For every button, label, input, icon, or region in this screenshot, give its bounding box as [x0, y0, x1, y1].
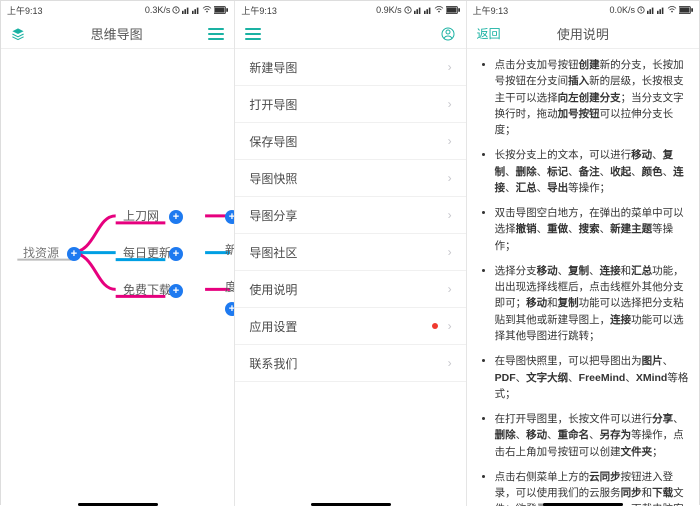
- instruction-item: 点击分支加号按钮创建新的分支，长按加号按钮在分支间插入新的层级，长按根支主干可以…: [495, 57, 689, 138]
- menu-item-label: 联系我们: [249, 355, 297, 372]
- menu-item-label: 导图分享: [249, 207, 297, 224]
- battery-icon: [679, 6, 693, 14]
- status-net: 0.9K/s: [376, 5, 402, 15]
- add-branch-button[interactable]: [169, 284, 183, 298]
- status-time: 上午9:13: [7, 4, 43, 17]
- status-right: 0.0K/s: [609, 5, 693, 15]
- status-time: 上午9:13: [241, 4, 277, 17]
- mindmap-root[interactable]: 找资源: [19, 241, 63, 264]
- menu-item-label: 使用说明: [249, 281, 297, 298]
- chevron-right-icon: ›: [448, 245, 452, 259]
- status-bar: 上午9:13 0.9K/s: [235, 1, 465, 19]
- chevron-right-icon: ›: [448, 282, 452, 296]
- signal-icon-2: [424, 6, 432, 14]
- signal-icon-2: [657, 6, 665, 14]
- status-bar: 上午9:13 0.0K/s: [467, 1, 699, 19]
- mindmap-canvas[interactable]: 找资源 上刀网 每日更新 免费下载 新 度: [1, 49, 234, 506]
- menu-item[interactable]: 应用设置 ›: [235, 308, 465, 345]
- add-branch-button[interactable]: [225, 302, 234, 316]
- signal-icon-2: [192, 6, 200, 14]
- battery-icon: [214, 6, 228, 14]
- hamburger-icon[interactable]: [245, 28, 261, 40]
- status-bar: 上午9:13 0.3K/s: [1, 1, 234, 19]
- mindmap-node[interactable]: 每日更新: [119, 241, 175, 264]
- chevron-right-icon: ›: [448, 319, 452, 333]
- menu-item[interactable]: 导图社区 ›: [235, 234, 465, 271]
- header: 返回 使用说明: [467, 19, 699, 49]
- mindmap-node[interactable]: 上刀网: [119, 204, 163, 227]
- add-branch-button[interactable]: [169, 247, 183, 261]
- signal-icon: [414, 6, 422, 14]
- add-branch-button[interactable]: [225, 210, 234, 224]
- page-title: 思维导图: [25, 24, 208, 43]
- signal-icon: [182, 6, 190, 14]
- battery-icon: [446, 6, 460, 14]
- mindmap-node[interactable]: 免费下载: [119, 278, 175, 301]
- wifi-icon: [202, 6, 212, 14]
- cloud-sync-icon[interactable]: [440, 26, 456, 42]
- alarm-icon: [637, 6, 645, 14]
- status-right: 0.9K/s: [376, 5, 460, 15]
- panel-instructions: 上午9:13 0.0K/s 返回 使用说明 点击分支加号按钮创建新的分支，长按加…: [466, 1, 699, 506]
- menu-item[interactable]: 打开导图 ›: [235, 86, 465, 123]
- page-title: 使用说明: [501, 24, 665, 43]
- chevron-right-icon: ›: [448, 171, 452, 185]
- instruction-item: 在打开导图里，长按文件可以进行分享、删除、移动、重命名、另存为等操作，点击右上角…: [495, 411, 689, 460]
- status-right: 0.3K/s: [145, 5, 229, 15]
- chevron-right-icon: ›: [448, 208, 452, 222]
- menu-item-label: 打开导图: [249, 96, 297, 113]
- instruction-item: 双击导图空白地方，在弹出的菜单中可以选择撤销、重做、搜索、新建主题等操作；: [495, 205, 689, 254]
- notification-dot: [432, 323, 438, 329]
- menu-list: 新建导图 › 打开导图 › 保存导图 › 导图快照 › 导图分享 › 导图社区 › 使用说明 › 应用设置 ›…: [235, 49, 465, 382]
- mindmap-edges: [1, 49, 234, 506]
- alarm-icon: [172, 6, 180, 14]
- menu-item-label: 保存导图: [249, 133, 297, 150]
- menu-item[interactable]: 导图快照 ›: [235, 160, 465, 197]
- alarm-icon: [404, 6, 412, 14]
- menu-item[interactable]: 导图分享 ›: [235, 197, 465, 234]
- panel-mindmap: 上午9:13 0.3K/s 思维导图: [1, 1, 234, 506]
- chevron-right-icon: ›: [448, 134, 452, 148]
- menu-item[interactable]: 使用说明 ›: [235, 271, 465, 308]
- back-button[interactable]: 返回: [477, 25, 501, 42]
- menu-item-label: 应用设置: [249, 318, 297, 335]
- instruction-item: 点击右侧菜单上方的云同步按钮进入登录，可以使用我们的云服务同步和下载文件；欲登录…: [495, 469, 689, 506]
- hamburger-icon[interactable]: [208, 28, 224, 40]
- menu-item-label: 导图社区: [249, 244, 297, 261]
- status-net: 0.0K/s: [609, 5, 635, 15]
- chevron-right-icon: ›: [448, 97, 452, 111]
- add-branch-button[interactable]: [169, 210, 183, 224]
- header: [235, 19, 465, 49]
- instructions-content[interactable]: 点击分支加号按钮创建新的分支，长按加号按钮在分支间插入新的层级，长按根支主干可以…: [467, 49, 699, 506]
- menu-item-label: 新建导图: [249, 59, 297, 76]
- chevron-right-icon: ›: [448, 356, 452, 370]
- header: 思维导图: [1, 19, 234, 49]
- menu-item[interactable]: 联系我们 ›: [235, 345, 465, 382]
- chevron-right-icon: ›: [448, 60, 452, 74]
- menu-item[interactable]: 保存导图 ›: [235, 123, 465, 160]
- signal-icon: [647, 6, 655, 14]
- panel-menu: 上午9:13 0.9K/s 新建导图›打开导图›保存导图›导图快照›导图分享›导…: [234, 1, 465, 506]
- instruction-item: 在导图快照里，可以把导图出为图片、PDF、文字大纲、FreeMind、XMind…: [495, 353, 689, 402]
- add-branch-button[interactable]: [67, 247, 81, 261]
- layers-icon[interactable]: [11, 27, 25, 41]
- instruction-item: 长按分支上的文本，可以进行移动、复制、删除、标记、备注、收起、颜色、连接、汇总、…: [495, 147, 689, 196]
- instruction-item: 选择分支移动、复制、连接和汇总功能，出出现选择线框后，点击线框外其他分支即可；移…: [495, 263, 689, 344]
- status-time: 上午9:13: [473, 4, 509, 17]
- status-net: 0.3K/s: [145, 5, 171, 15]
- mindmap-node-stub[interactable]: 度: [225, 278, 234, 295]
- wifi-icon: [434, 6, 444, 14]
- menu-item[interactable]: 新建导图 ›: [235, 49, 465, 86]
- mindmap-node-stub[interactable]: 新: [225, 241, 234, 258]
- menu-item-label: 导图快照: [249, 170, 297, 187]
- wifi-icon: [667, 6, 677, 14]
